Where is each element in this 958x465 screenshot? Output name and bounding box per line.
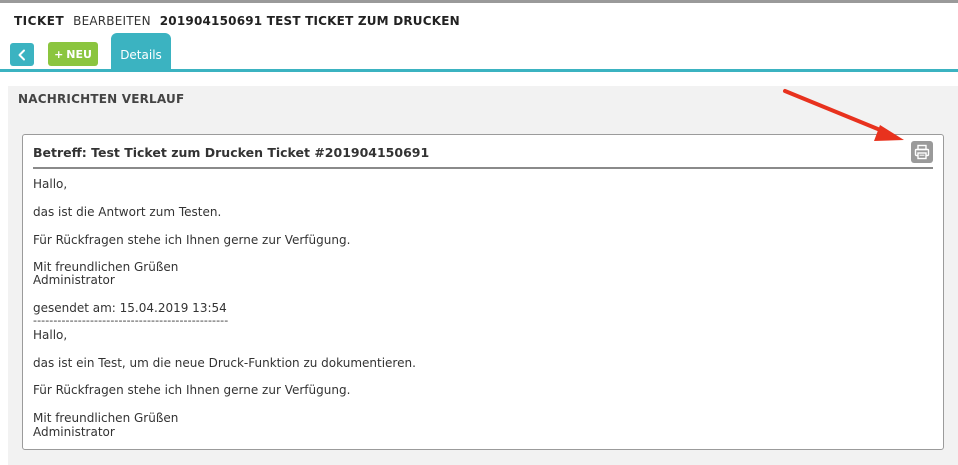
message-separator: ----------------------------------------…: [33, 314, 229, 327]
back-button[interactable]: [10, 43, 34, 66]
tab-details[interactable]: Details: [111, 33, 171, 71]
subject-divider: [33, 167, 933, 169]
message-line: Hallo,: [33, 177, 68, 191]
message-line: Mit freundlichen Grüßen: [33, 260, 179, 274]
new-button-label: NEU: [66, 47, 92, 61]
breadcrumb: TICKET BEARBEITEN 201904150691 TEST TICK…: [14, 12, 460, 30]
message-line: Administrator: [33, 273, 115, 287]
print-button[interactable]: [911, 141, 933, 163]
message-subject: Betreff: Test Ticket zum Drucken Ticket …: [33, 145, 430, 160]
message-line: Hallo,: [33, 328, 68, 342]
message-line: das ist ein Test, um die neue Druck-Funk…: [33, 356, 416, 370]
breadcrumb-ticket: TICKET: [14, 14, 65, 28]
message-line: gesendet am: 15.04.2019 13:54: [33, 301, 227, 315]
panel-title: NACHRICHTEN VERLAUF: [18, 92, 185, 106]
tab-details-label: Details: [120, 48, 162, 62]
new-button[interactable]: + NEU: [48, 42, 98, 66]
message-line: das ist die Antwort zum Testen.: [33, 205, 222, 219]
plus-icon: +: [54, 47, 64, 61]
tab-underline: [0, 69, 958, 72]
breadcrumb-edit: BEARBEITEN: [73, 14, 151, 28]
message-line: Mit freundlichen Grüßen: [33, 411, 179, 425]
panel-gap: [816, 72, 958, 86]
message-card: [22, 134, 944, 450]
chevron-left-icon: [18, 49, 25, 60]
message-line: Administrator: [33, 425, 115, 439]
message-line: Für Rückfragen stehe ich Ihnen gerne zur…: [33, 233, 351, 247]
message-line: Für Rückfragen stehe ich Ihnen gerne zur…: [33, 383, 351, 397]
top-border: [0, 0, 958, 3]
page-title: 201904150691 TEST TICKET ZUM DRUCKEN: [159, 14, 460, 28]
printer-icon: [914, 144, 930, 160]
